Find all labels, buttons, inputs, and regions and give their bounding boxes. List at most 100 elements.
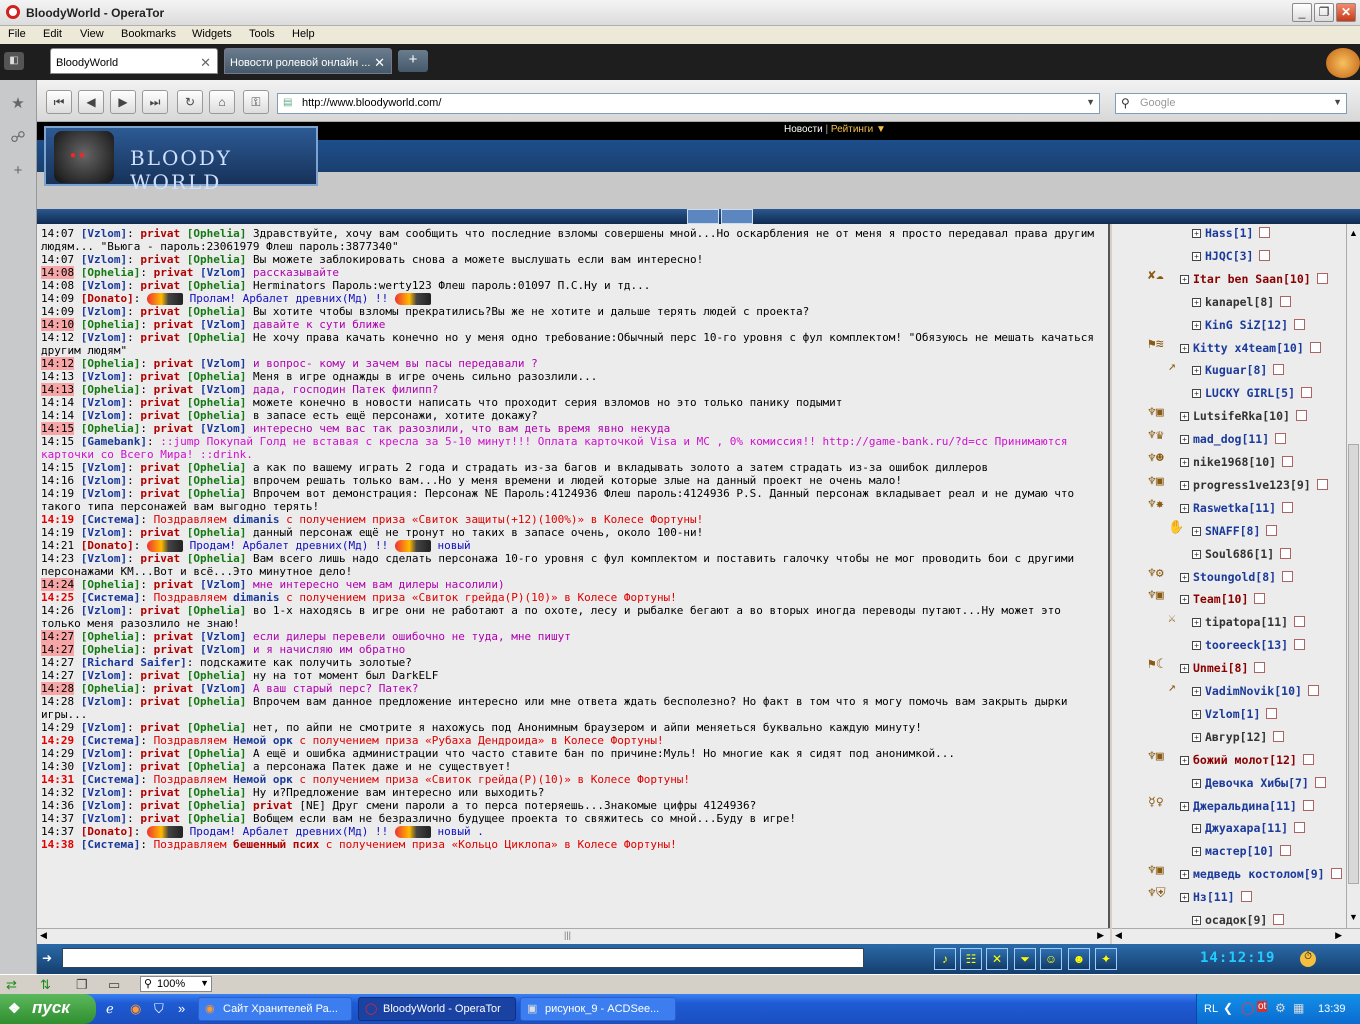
- user-entry[interactable]: + мастер[10]: [1192, 844, 1292, 864]
- private-message-icon[interactable]: +: [1192, 709, 1201, 719]
- turbo-icon[interactable]: ⇄: [6, 977, 17, 993]
- user-name[interactable]: LutsifeRka[10]: [1193, 409, 1290, 423]
- reload-icon[interactable]: ↻: [177, 90, 203, 114]
- user-name[interactable]: Kuguar[8]: [1205, 363, 1267, 377]
- private-message-icon[interactable]: +: [1192, 916, 1201, 925]
- user-entry[interactable]: + Hass[1]: [1192, 226, 1271, 246]
- view-icon[interactable]: ▭: [108, 977, 120, 993]
- chat-author[interactable]: [Vzlom]: [81, 604, 127, 617]
- user-entry[interactable]: + tipatopa[11]: [1192, 615, 1306, 635]
- chat-author[interactable]: [Ophelia]: [81, 630, 141, 643]
- user-info-icon[interactable]: [1316, 478, 1328, 490]
- clan-badge-icon[interactable]: ✋: [1168, 520, 1184, 535]
- scroll-thumb[interactable]: |||: [564, 930, 571, 940]
- chat-author[interactable]: [Vzlom]: [200, 318, 246, 331]
- forward-icon[interactable]: ▶: [110, 90, 136, 114]
- private-message-icon[interactable]: +: [1180, 435, 1189, 445]
- chat-author[interactable]: [Vzlom]: [200, 643, 246, 656]
- scroll-down-icon[interactable]: ▼: [1349, 912, 1358, 922]
- opera-menu-icon[interactable]: [1326, 48, 1360, 78]
- user-name[interactable]: Stoungold[8]: [1193, 570, 1276, 584]
- user-info-icon[interactable]: [1273, 730, 1285, 742]
- new-tab-button[interactable]: +: [398, 50, 428, 72]
- private-message-icon[interactable]: +: [1180, 480, 1189, 490]
- clan-badge-icon[interactable]: ⚑≋: [1148, 337, 1164, 352]
- clan-badge-icon[interactable]: ⚔: [1168, 611, 1176, 626]
- chat-author[interactable]: [Donato]: [81, 539, 134, 552]
- chat-author[interactable]: [Ophelia]: [187, 526, 247, 539]
- chat-author[interactable]: [Ophelia]: [187, 253, 247, 266]
- private-message-icon[interactable]: +: [1192, 229, 1201, 238]
- user-entry[interactable]: + Авгур[12]: [1192, 730, 1285, 750]
- user-entry[interactable]: + Team[10]: [1180, 592, 1266, 612]
- clan-badge-icon[interactable]: ↗: [1168, 680, 1176, 695]
- unite-icon[interactable]: ☍: [8, 128, 28, 148]
- private-message-icon[interactable]: +: [1192, 824, 1201, 834]
- users-vertical-scrollbar[interactable]: ▲ ▼: [1346, 224, 1360, 928]
- clan-badge-icon[interactable]: ♆▣: [1148, 405, 1164, 420]
- user-info-icon[interactable]: [1240, 891, 1252, 903]
- chat-author[interactable]: [Vzlom]: [81, 721, 127, 734]
- clan-badge-icon[interactable]: ♆⛨: [1148, 886, 1166, 901]
- chat-author[interactable]: [Ophelia]: [187, 279, 247, 292]
- close-tab-icon[interactable]: ✕: [374, 55, 385, 71]
- address-bar[interactable]: ▤ http://www.bloodyworld.com/ ▼: [277, 93, 1100, 114]
- user-entry[interactable]: + Kitty x4team[10]: [1180, 341, 1321, 361]
- start-button[interactable]: ❖ пуск: [0, 994, 96, 1024]
- chat-author[interactable]: [Vzlom]: [200, 422, 246, 435]
- minimize-button[interactable]: _: [1292, 3, 1312, 22]
- user-entry[interactable]: + медведь костолом[9]: [1180, 867, 1342, 887]
- chat-author[interactable]: [Ophelia]: [187, 227, 247, 240]
- fast-forward-icon[interactable]: ⏭: [142, 90, 168, 114]
- clear-chat-icon[interactable]: ✕: [986, 948, 1008, 970]
- user-info-icon[interactable]: [1314, 776, 1326, 788]
- task-bloodyworld[interactable]: ◯ BloodyWorld - OperaTor: [358, 997, 516, 1021]
- user-entry[interactable]: + LutsifeRka[10]: [1180, 409, 1307, 429]
- chat-author[interactable]: [Vzlom]: [81, 409, 127, 422]
- online-users-list[interactable]: + Hass[1] + HJQC[3] ✘☁ + Itar ben Saan[10] + kan…: [1112, 224, 1346, 928]
- close-tab-icon[interactable]: ✕: [200, 55, 211, 71]
- chat-horizontal-scrollbar[interactable]: ◀ ||| ▶: [37, 928, 1110, 944]
- menu-file[interactable]: File: [8, 28, 26, 40]
- user-name[interactable]: медведь костолом[9]: [1193, 867, 1325, 881]
- user-info-icon[interactable]: [1254, 662, 1266, 674]
- quicklaunch-firefox-icon[interactable]: ◉: [130, 1001, 141, 1017]
- private-message-icon[interactable]: +: [1180, 572, 1189, 582]
- clan-badge-icon[interactable]: ✘☁: [1148, 268, 1164, 283]
- clan-badge-icon[interactable]: ⚑☾: [1148, 657, 1164, 672]
- rewind-icon[interactable]: ⏮: [46, 90, 72, 114]
- user-name[interactable]: Джеральдина[11]: [1193, 799, 1297, 813]
- user-info-icon[interactable]: [1301, 387, 1313, 399]
- site-logo[interactable]: ● ● BLOODY WORLD: [44, 126, 318, 194]
- private-message-icon[interactable]: +: [1180, 412, 1189, 422]
- scroll-thumb[interactable]: [1348, 444, 1359, 884]
- clan-badge-icon[interactable]: ♆⚙: [1148, 566, 1164, 581]
- chat-author[interactable]: [Vzlom]: [81, 786, 127, 799]
- user-name[interactable]: Kitty x4team[10]: [1193, 341, 1304, 355]
- user-info-icon[interactable]: [1259, 249, 1271, 261]
- nav-news-link[interactable]: Новости: [784, 124, 823, 135]
- private-message-icon[interactable]: +: [1180, 458, 1189, 467]
- private-message-icon[interactable]: +: [1192, 320, 1201, 330]
- user-name[interactable]: Raswetka[11]: [1193, 501, 1276, 515]
- emoticon-icon[interactable]: ☺: [1040, 948, 1062, 970]
- private-message-icon[interactable]: +: [1192, 778, 1201, 788]
- private-message-icon[interactable]: +: [1192, 687, 1201, 696]
- quicklaunch-expand-icon[interactable]: »: [178, 1001, 185, 1016]
- user-info-icon[interactable]: [1302, 753, 1314, 765]
- user-info-icon[interactable]: [1280, 845, 1292, 857]
- clan-badge-icon[interactable]: ↗: [1168, 359, 1176, 374]
- chat-author[interactable]: [Vzlom]: [200, 383, 246, 396]
- user-info-icon[interactable]: [1282, 501, 1294, 513]
- chat-author[interactable]: [Vzlom]: [81, 305, 127, 318]
- user-name[interactable]: Джуахара[11]: [1205, 821, 1288, 835]
- user-info-icon[interactable]: [1307, 685, 1319, 696]
- settings-icon[interactable]: ✦: [1095, 948, 1117, 970]
- user-name[interactable]: nike1968[10]: [1193, 455, 1276, 469]
- chat-author[interactable]: [Ophelia]: [81, 383, 141, 396]
- chat-author[interactable]: [Ophelia]: [187, 695, 247, 708]
- chat-author[interactable]: [Vzlom]: [81, 747, 127, 760]
- private-message-icon[interactable]: +: [1192, 526, 1201, 536]
- chat-author[interactable]: [Vzlom]: [81, 253, 127, 266]
- private-message-icon[interactable]: +: [1180, 870, 1189, 880]
